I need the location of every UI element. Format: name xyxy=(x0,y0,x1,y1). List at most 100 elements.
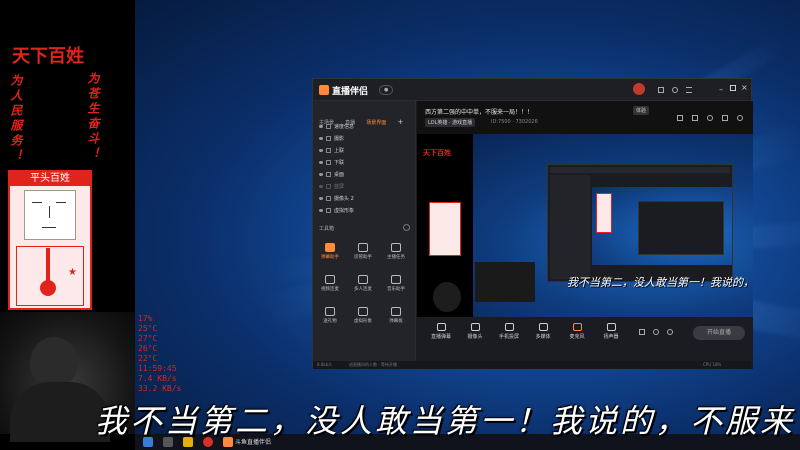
multi-link-icon xyxy=(358,275,368,284)
preview-subtitle: 我不当第二，没人敢当第一！我说的，不服来 xyxy=(567,276,753,289)
scene-item[interactable]: 桌面 xyxy=(319,169,409,180)
app-titlebar[interactable]: 直播伴侣 ● – × xyxy=(313,79,751,101)
eye-icon[interactable] xyxy=(319,149,323,152)
toolbox-label: 工具箱 xyxy=(319,226,335,232)
eye-icon[interactable] xyxy=(319,209,323,212)
lock-icon[interactable] xyxy=(326,136,331,141)
gear-icon[interactable] xyxy=(667,329,673,335)
lock-icon[interactable] xyxy=(326,172,331,177)
media-icon xyxy=(538,323,548,331)
manager-icon xyxy=(358,243,368,252)
lock-icon[interactable] xyxy=(326,208,331,213)
more-tools-icon[interactable] xyxy=(403,224,410,231)
danmu-button[interactable]: 直播弹幕 xyxy=(427,323,455,340)
tool-virtual-avatar[interactable]: 虚拟形象 xyxy=(350,305,376,329)
phone-icon xyxy=(504,323,514,331)
streaming-app-window[interactable]: 直播伴侣 ● – × 主场景 直播 场景界面 + 速度信息 摄影 上联 下联 桌… xyxy=(312,78,753,369)
room-id: ID:7500 · 7302026 xyxy=(491,119,538,125)
gift-icon xyxy=(325,307,335,316)
scene-item[interactable]: 蓝屏 xyxy=(319,181,409,192)
overlay-title: 天下百姓 xyxy=(12,46,84,67)
overlay-left-slogan: 为人民服务！ xyxy=(9,74,23,164)
scene-panel: 主场景 直播 场景界面 + 速度信息 摄影 上联 下联 桌面 蓝屏 摄像头 2 … xyxy=(313,101,416,369)
caricature-figure: 平头百姓 ★ xyxy=(8,170,92,310)
lock-icon[interactable] xyxy=(326,148,331,153)
scene-item[interactable]: 摄像头 2 xyxy=(319,193,409,204)
phone-cast-button[interactable]: 手机投屏 xyxy=(495,323,523,340)
title-pill[interactable]: 体验 xyxy=(633,106,650,115)
media-button[interactable]: 多媒体 xyxy=(529,323,557,340)
preview-webcam xyxy=(475,262,535,302)
lock-icon[interactable] xyxy=(326,124,331,129)
speaker-icon xyxy=(606,323,616,331)
mic-button[interactable]: 麦克风 xyxy=(563,323,591,340)
scene-item[interactable]: 下联 xyxy=(319,157,409,168)
share-icon[interactable] xyxy=(677,115,683,121)
camera-icon xyxy=(470,323,480,331)
scene-item[interactable]: 摄影 xyxy=(319,133,409,144)
caption-subtitle: 我不当第二，没人敢当第一！我说的，不服来 xyxy=(95,402,796,440)
record-icon[interactable] xyxy=(639,329,645,335)
scene-item[interactable]: 虚拟形象 xyxy=(319,205,409,216)
video-link-icon xyxy=(325,275,335,284)
gear-icon[interactable] xyxy=(707,115,713,121)
lock-icon[interactable] xyxy=(692,115,698,121)
close-icon[interactable]: × xyxy=(741,83,748,92)
tool-music[interactable]: 音乐助手 xyxy=(383,273,409,297)
fullscreen-icon[interactable] xyxy=(722,115,728,121)
scene-item[interactable]: 速度信息 xyxy=(319,121,409,132)
stream-title: 西方第二强的中中单，不服来一局！！！ xyxy=(425,109,534,116)
eye-icon[interactable] xyxy=(319,173,323,176)
maximize-icon[interactable] xyxy=(730,85,736,91)
app-badge: ● xyxy=(379,85,394,95)
eye-icon[interactable] xyxy=(319,161,323,164)
stat-cpu: 17% xyxy=(138,314,153,323)
tool-danmu-board[interactable]: 弹幕板 xyxy=(383,305,409,329)
lock-icon[interactable] xyxy=(326,160,331,165)
eye-icon[interactable] xyxy=(319,125,323,128)
scene-item[interactable]: 上联 xyxy=(319,145,409,156)
room-category[interactable]: LOL英雄 · 游戏直播 xyxy=(425,118,476,127)
minimize-icon[interactable]: – xyxy=(719,86,723,94)
tool-room-manager[interactable]: 房管助手 xyxy=(350,241,376,265)
nested-app-preview xyxy=(547,164,733,282)
left-overlay: 天下百姓 为人民服务！ 为苍生奋斗！ 平头百姓 ★ xyxy=(0,0,135,442)
task-icon xyxy=(391,243,401,252)
lock-icon[interactable] xyxy=(326,196,331,201)
tool-danmu-assistant[interactable]: 弹幕助手 xyxy=(317,241,343,265)
mic-icon xyxy=(572,323,582,331)
stream-preview[interactable]: 天下百姓 我不当第二，没人敢当第一！我说的，不服来 xyxy=(417,134,753,317)
status-bar: 8.8kb/s 进直播间的人数 · 等待开播 CPU 18% xyxy=(313,361,751,369)
stat-temp-2: 27°C xyxy=(138,334,158,343)
app-name: 直播伴侣 xyxy=(332,87,369,97)
settings-icon[interactable] xyxy=(672,87,678,93)
caricature-label: 平头百姓 xyxy=(10,172,90,186)
status-message: 进直播间的人数 · 等待开播 xyxy=(349,362,397,367)
stat-temp-3: 26°C xyxy=(138,344,158,353)
board-icon xyxy=(391,307,401,316)
menu-icon[interactable] xyxy=(686,87,692,93)
lock-icon[interactable] xyxy=(326,184,331,189)
camera-button[interactable]: 摄像头 xyxy=(461,323,489,340)
preview-overlay: 天下百姓 xyxy=(417,134,473,317)
tool-gifts[interactable]: 送礼物 xyxy=(317,305,343,329)
quality-icon[interactable] xyxy=(653,329,659,335)
danmu-screen-icon xyxy=(436,323,446,331)
tool-multi-link[interactable]: 多人连麦 xyxy=(350,273,376,297)
eye-icon[interactable] xyxy=(319,137,323,140)
eye-icon[interactable] xyxy=(319,185,323,188)
speaker-button[interactable]: 扬声器 xyxy=(597,323,625,340)
stat-clock: 11:59:45 xyxy=(138,364,177,373)
skin-icon[interactable] xyxy=(658,87,664,93)
music-icon xyxy=(391,275,401,284)
start-stream-button[interactable]: 开始直播 xyxy=(693,326,745,340)
avatar-icon xyxy=(358,307,368,316)
app-logo-icon xyxy=(319,85,329,95)
avatar[interactable] xyxy=(633,83,645,95)
eye-icon[interactable] xyxy=(319,197,323,200)
more-icon[interactable] xyxy=(737,115,743,121)
tool-video-link[interactable]: 视频连麦 xyxy=(317,273,343,297)
stat-download: 33.2 KB/s xyxy=(138,384,182,393)
tool-streamer-tasks[interactable]: 主播任务 xyxy=(383,241,409,265)
status-cpu: CPU 18% xyxy=(703,362,722,367)
